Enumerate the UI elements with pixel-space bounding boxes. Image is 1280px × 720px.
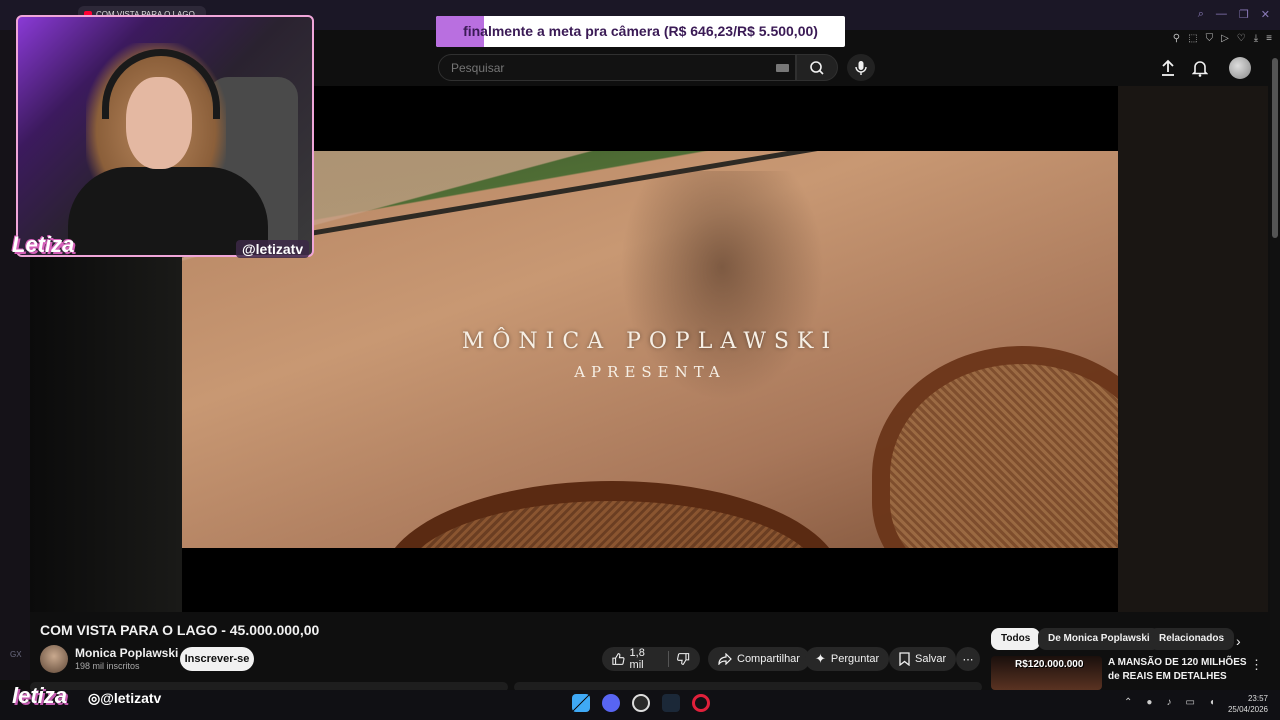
ask-label: Perguntar xyxy=(830,653,880,665)
screenshot-icon[interactable]: ⬚ xyxy=(1188,33,1197,44)
tray-mic-icon[interactable]: ♪ xyxy=(1166,697,1171,708)
volume-icon[interactable]: ◖ xyxy=(1209,697,1215,708)
video-overlay-title: MÔNICA POPLAWSKI xyxy=(461,329,839,354)
record-icon[interactable]: ● xyxy=(1146,697,1152,708)
window-controls: ⌕ — ❐ ✕ xyxy=(1198,8,1270,21)
extensions-bar: ⚲ ⬚ ⛉ ▷ ♡ ⤓ ≡ xyxy=(1092,30,1272,46)
play-icon[interactable]: ▷ xyxy=(1221,33,1229,44)
chip-all[interactable]: Todos xyxy=(991,628,1041,650)
opera-gx-icon[interactable] xyxy=(692,694,710,712)
windows-start-icon[interactable] xyxy=(572,694,590,712)
obs-icon[interactable] xyxy=(632,694,650,712)
related-thumbnail-text: R$120.000.000 xyxy=(1015,659,1084,670)
pin-icon[interactable]: ⚲ xyxy=(1173,33,1180,44)
taskbar-apps xyxy=(572,694,710,712)
keyboard-icon[interactable] xyxy=(776,64,789,72)
menu-icon[interactable]: ≡ xyxy=(1266,33,1272,44)
maximize-icon[interactable]: ❐ xyxy=(1239,8,1249,21)
dislike-icon[interactable] xyxy=(677,652,690,666)
channel-avatar[interactable] xyxy=(40,645,68,673)
like-divider xyxy=(667,651,669,667)
kebab-menu-icon[interactable]: ⋮ xyxy=(1250,657,1263,673)
search-button[interactable] xyxy=(796,54,838,81)
save-button[interactable]: Salvar xyxy=(889,647,957,671)
donation-goal-bar: finalmente a meta pra câmera (R$ 646,23/… xyxy=(436,16,845,47)
stream-logo: letiza xyxy=(12,683,68,708)
taskbar-clock[interactable]: 23:57 25/04/2026 xyxy=(1222,693,1268,715)
heart-icon[interactable]: ♡ xyxy=(1237,33,1246,44)
webcam-overlay xyxy=(16,15,314,257)
like-dislike-group: 1,8 mil xyxy=(602,647,700,671)
display-icon[interactable]: ▭ xyxy=(1185,697,1194,708)
related-video-thumbnail[interactable]: R$120.000.000 xyxy=(991,656,1102,690)
subscribe-button[interactable]: Inscrever-se xyxy=(180,647,254,671)
gx-label: GX xyxy=(10,650,22,659)
video-overlay-subtitle: APRESENTA xyxy=(574,363,726,381)
minimize-icon[interactable]: — xyxy=(1216,8,1227,21)
discord-icon[interactable] xyxy=(602,694,620,712)
close-icon[interactable]: ✕ xyxy=(1261,8,1270,21)
channel-name[interactable]: Monica Poplawski xyxy=(75,646,178,660)
chevron-right-icon[interactable]: › xyxy=(1236,633,1241,649)
clock-date: 25/04/2026 xyxy=(1227,705,1268,714)
search-icon[interactable]: ⌕ xyxy=(1198,8,1204,21)
voice-search-button[interactable] xyxy=(847,54,875,81)
video-scene-chair-back xyxy=(382,481,842,548)
like-count[interactable]: 1,8 mil xyxy=(630,647,659,671)
scrollbar-thumb[interactable] xyxy=(1272,58,1278,238)
instagram-handle-text: @letizatv xyxy=(100,690,162,706)
more-actions-button[interactable]: ⋯ xyxy=(956,647,980,671)
donation-goal-text: finalmente a meta pra câmera (R$ 646,23/… xyxy=(463,23,818,39)
search-input[interactable] xyxy=(438,54,796,81)
more-icon: ⋯ xyxy=(962,653,974,666)
instagram-icon: ◎ xyxy=(88,690,101,706)
video-title: COM VISTA PARA O LAGO - 45.000.000,00 xyxy=(40,622,320,638)
save-label: Salvar xyxy=(915,653,947,665)
share-icon xyxy=(718,653,732,665)
bell-icon[interactable] xyxy=(1191,59,1209,82)
download-icon[interactable]: ⤓ xyxy=(1254,33,1258,44)
upload-icon[interactable] xyxy=(1160,59,1176,82)
ambient-glow xyxy=(1118,86,1268,612)
system-tray: ⌃ ● ♪ ▭ ◖ xyxy=(1124,697,1215,708)
instagram-handle: ◎@letizatv xyxy=(88,690,161,707)
mic-icon xyxy=(855,60,867,75)
share-label: Compartilhar xyxy=(737,653,800,665)
chip-from-channel[interactable]: De Monica Poplawski xyxy=(1038,628,1160,650)
share-button[interactable]: Compartilhar xyxy=(708,647,810,671)
streamer-handle: @letizatv xyxy=(236,240,310,258)
related-video-title[interactable]: A MANSÃO DE 120 MILHÕES de REAIS EM DETA… xyxy=(1108,656,1248,684)
search-icon xyxy=(810,60,824,75)
streamer-name: Letiza xyxy=(12,232,75,257)
steam-icon[interactable] xyxy=(662,694,680,712)
tray-chevron-icon[interactable]: ⌃ xyxy=(1124,697,1132,708)
sparkle-icon: ✦ xyxy=(815,651,826,666)
shield-icon[interactable]: ⛉ xyxy=(1206,33,1214,44)
profile-avatar[interactable] xyxy=(1229,57,1251,79)
like-icon[interactable] xyxy=(612,652,625,666)
video-frame[interactable]: MÔNICA POPLAWSKI APRESENTA xyxy=(182,151,1118,548)
ask-button[interactable]: ✦ Perguntar xyxy=(805,647,890,671)
chip-related[interactable]: Relacionados xyxy=(1149,628,1235,650)
subscriber-count: 198 mil inscritos xyxy=(75,661,140,671)
clock-time: 23:57 xyxy=(1247,694,1268,703)
bookmark-icon xyxy=(899,652,910,666)
